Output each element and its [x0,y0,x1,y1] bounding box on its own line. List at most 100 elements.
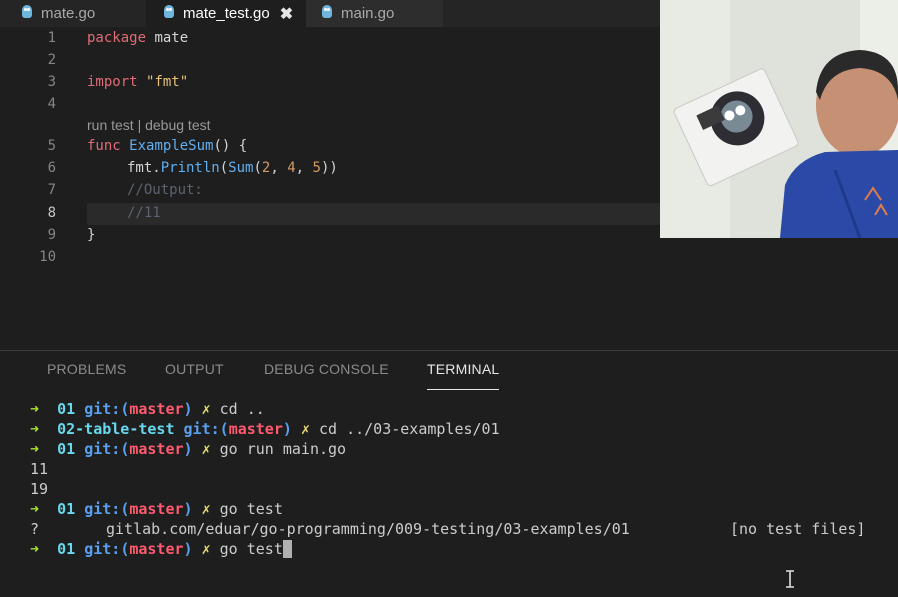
dirty-mark: ✗ [300,420,310,438]
prompt-arrow-icon: ➜ [30,400,40,418]
bottom-panel: PROBLEMS OUTPUT DEBUG CONSOLE TERMINAL [0,350,898,597]
prompt-paren: ) [282,420,292,438]
code-text: , [270,160,288,176]
code-line: 5 func ExampleSum() { [0,135,660,157]
tab-label: main.go [341,5,395,22]
prompt-arrow-icon: ➜ [30,500,40,518]
prompt-branch: master [129,500,184,518]
comment: //Output: [127,182,203,198]
go-file-icon [22,5,32,18]
line-number: 8 [47,205,56,221]
code-line: 6 fmt.Println(Sum(2, 4, 5)) [0,157,660,179]
status-question: ? [30,520,40,538]
prompt-branch: master [129,440,184,458]
prompt-paren: ( [219,420,229,438]
keyword: package [87,30,147,46]
line-number: 2 [47,52,56,68]
dirty-mark: ✗ [201,540,211,558]
code-line: 2 [0,49,660,71]
prompt-arrow-icon: ➜ [30,540,40,558]
tab-mate-test-go[interactable]: mate_test.go ✖ [146,0,306,27]
dirty-mark: ✗ [201,500,211,518]
code-line: 4 [0,93,660,115]
go-file-icon [164,5,174,18]
command-input[interactable]: go test [220,540,283,558]
presenter-video-image [660,0,898,238]
line-number: 7 [47,182,56,198]
terminal-line: ➜ 02-table-test git:(master) ✗ cd ../03-… [30,419,500,439]
codelens-run-debug[interactable]: run test | debug test [87,117,211,133]
code-text: } [87,227,96,243]
prompt-git: git: [84,440,121,458]
terminal-line: ➜ 01 git:(master) ✗ cd .. [30,399,265,419]
terminal-output: 19 [30,480,49,498]
function-call: Println [160,160,220,176]
code-line: 9 } [0,224,660,246]
close-tab-icon[interactable]: ✖ [280,4,293,24]
prompt-paren: ( [120,500,130,518]
code-line: 3 import "fmt" [0,71,660,93]
editor-tab-bar: mate.go mate_test.go ✖ main.go [0,0,660,27]
code-text: () { [213,138,248,154]
prompt-git: git: [183,420,220,438]
prompt-paren: ) [183,540,193,558]
tab-main-go[interactable]: main.go [306,0,443,27]
line-number: 3 [47,74,56,90]
code-line: 10 [0,246,660,268]
prompt-git: git: [84,540,121,558]
tab-label: mate.go [41,5,96,22]
webcam-overlay [660,0,898,238]
prompt-git: git: [84,500,121,518]
tab-output[interactable]: OUTPUT [165,361,224,377]
prompt-dir: 02-table-test [57,420,175,438]
terminal-line: ➜ 01 git:(master) ✗ go test [30,499,283,519]
line-number: 5 [47,138,56,154]
line-number: 10 [39,249,56,265]
package-path: gitlab.com/eduar/go-programming/009-test… [106,520,630,538]
tab-mate-go[interactable]: mate.go [22,0,95,27]
line-number: 9 [47,227,56,243]
prompt-paren: ) [183,400,193,418]
code-line: 7 //Output: [0,179,660,201]
prompt-paren: ( [120,440,130,458]
code-text: fmt. [127,160,161,176]
go-file-icon [322,5,332,18]
tab-debug-console[interactable]: DEBUG CONSOLE [264,361,389,377]
comment: //11 [127,205,161,221]
prompt-paren: ) [183,440,193,458]
prompt-arrow-icon: ➜ [30,420,40,438]
terminal-output: 11 [30,460,49,478]
command: go test [219,500,283,518]
command: go run main.go [219,440,347,458]
tab-problems[interactable]: PROBLEMS [47,361,126,377]
line-number: 6 [47,160,56,176]
text-cursor [282,539,292,558]
code-text: mate [146,30,189,46]
code-text: , [295,160,313,176]
command: cd ../03-examples/01 [319,420,500,438]
code-line: 8 //11 [0,202,660,224]
code-line: 1 package mate [0,27,660,49]
terminal-line: ➜ 01 git:(master) ✗ go run main.go [30,439,346,459]
prompt-dir: 01 [57,400,76,418]
keyword: func [87,138,121,154]
function-call: Sum [228,160,254,176]
code-text: ( [219,160,229,176]
tab-terminal[interactable]: TERMINAL [427,361,500,390]
prompt-dir: 01 [57,500,76,518]
prompt-git: git: [84,400,121,418]
dirty-mark: ✗ [201,440,211,458]
command: cd .. [219,400,265,418]
prompt-branch: master [129,400,184,418]
number-literal: 5 [312,160,321,176]
function-name: ExampleSum [129,138,214,154]
prompt-dir: 01 [57,540,76,558]
prompt-branch: master [129,540,184,558]
prompt-arrow-icon: ➜ [30,440,40,458]
terminal-line: ➜ 01 git:(master) ✗ go test [30,539,292,559]
line-number: 4 [47,96,56,112]
prompt-paren: ( [120,540,130,558]
ibeam-cursor-icon [786,570,794,588]
prompt-branch: master [228,420,283,438]
tab-label: mate_test.go [183,5,270,22]
